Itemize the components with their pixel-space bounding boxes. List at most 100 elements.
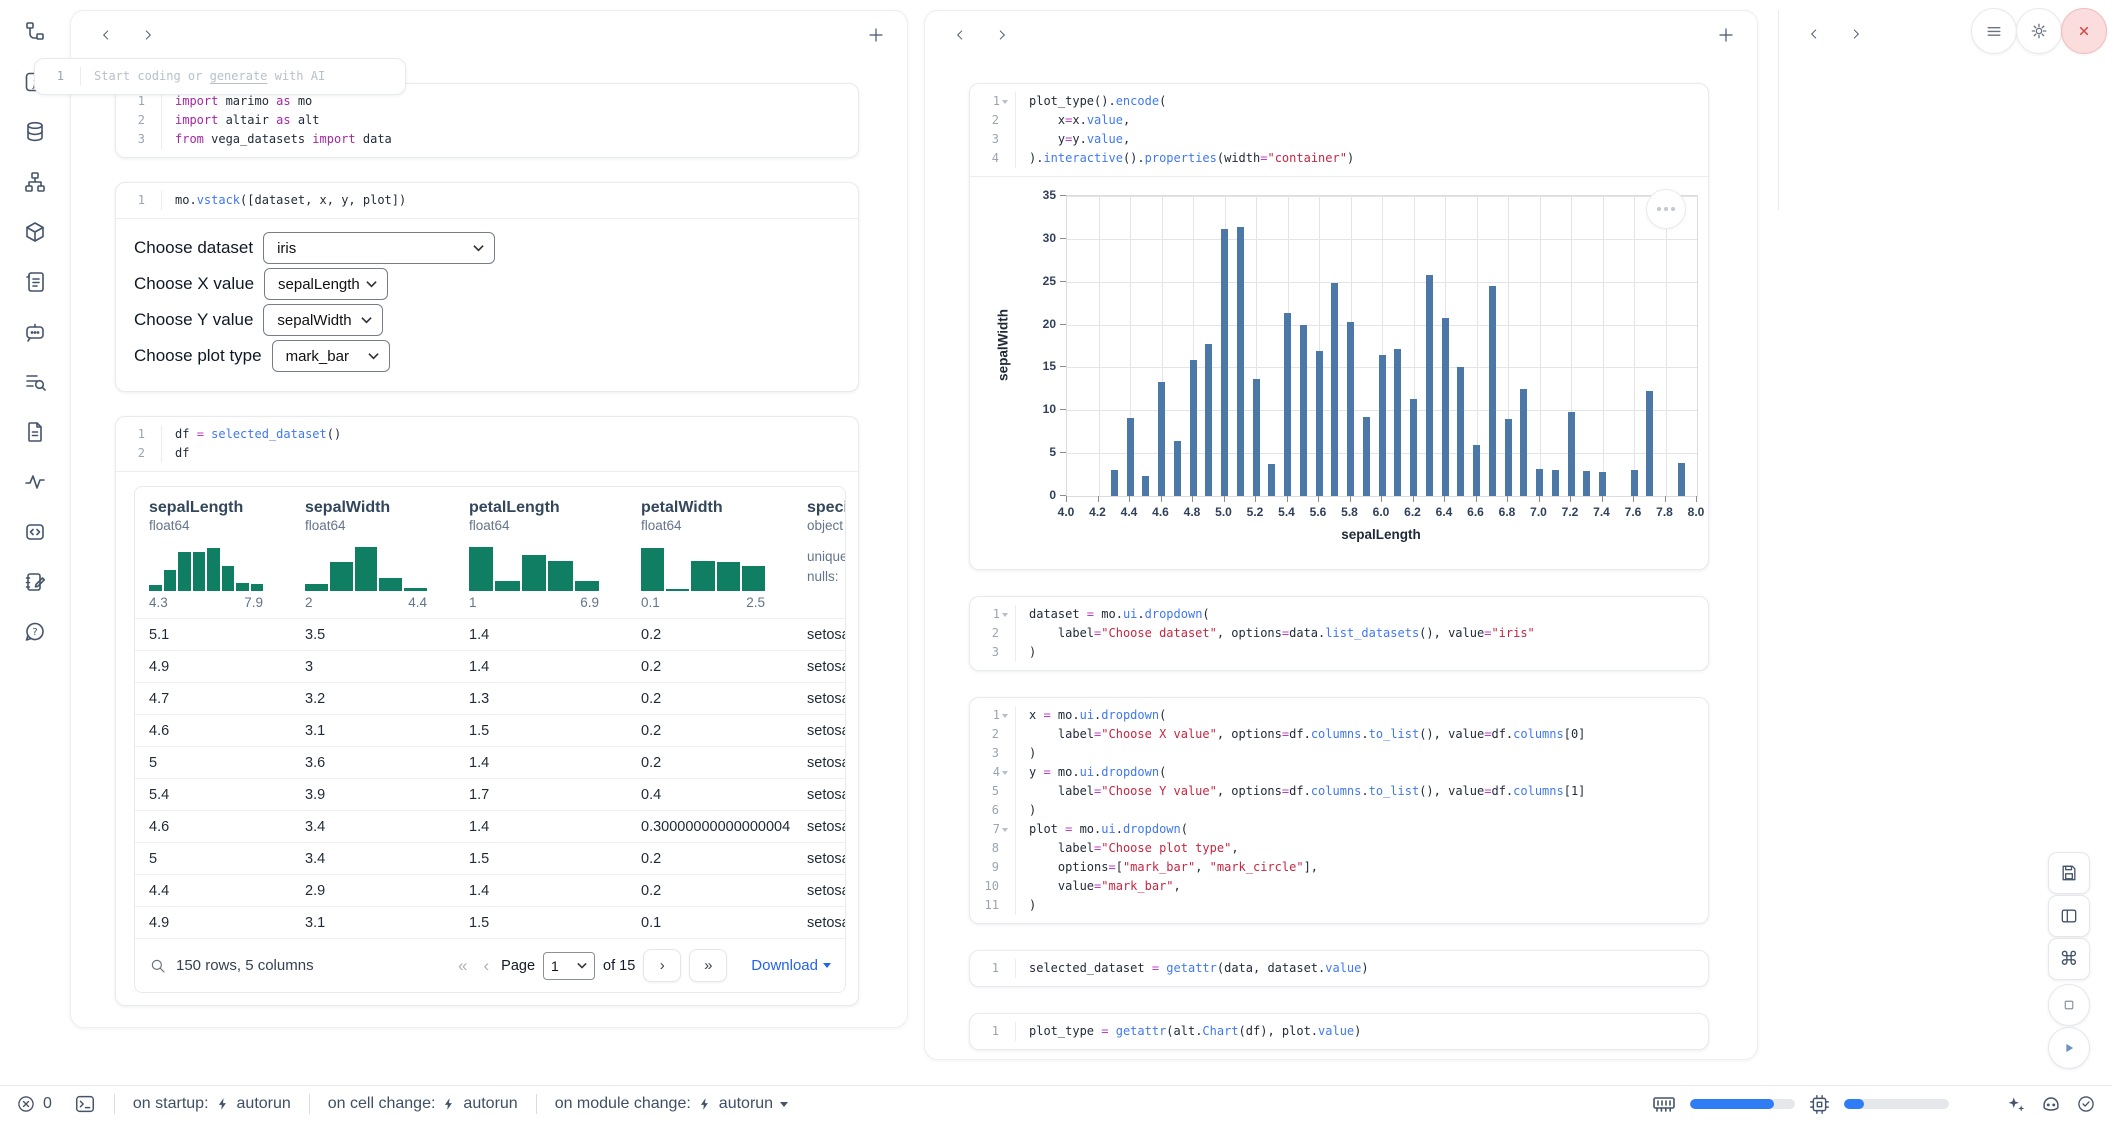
code-line[interactable]: ).interactive().properties(width="contai… (1029, 149, 1354, 168)
table-row[interactable]: 5.13.51.40.2setosa (135, 618, 845, 650)
code-line[interactable]: x = mo.ui.dropdown( (1029, 706, 1585, 725)
file-explorer-icon[interactable] (23, 20, 47, 44)
column-header[interactable]: petalWidth (641, 499, 765, 517)
code-line[interactable]: ) (1029, 896, 1585, 915)
chart-bar[interactable] (1505, 419, 1512, 496)
chevron-left-icon[interactable] (93, 22, 119, 48)
column-header[interactable]: sepalWidth (305, 499, 427, 517)
code-line[interactable]: selected_dataset = getattr(data, dataset… (1029, 959, 1369, 978)
chart-bar[interactable] (1347, 322, 1354, 496)
code-cell[interactable]: 1234plot_type().encode( x=x.value, y=y.v… (969, 83, 1709, 570)
autorun-config-item[interactable]: on module change:autorun (555, 1095, 788, 1113)
snippets-icon[interactable] (23, 520, 47, 544)
table-row[interactable]: 5.43.91.70.4setosa (135, 778, 845, 810)
code-line[interactable]: x=x.value, (1029, 111, 1354, 130)
prev-page-button[interactable]: ‹ (479, 956, 493, 976)
menu-button[interactable] (1971, 8, 2017, 54)
table-row[interactable]: 4.42.91.40.2setosa (135, 874, 845, 906)
code-cell[interactable]: 12df = selected_dataset()df sepalLengthf… (115, 416, 859, 1006)
code-line[interactable]: options=["mark_bar", "mark_circle"], (1029, 858, 1585, 877)
save-button[interactable] (2048, 852, 2090, 894)
chart-bar[interactable] (1489, 286, 1496, 496)
altair-chart[interactable]: 05101520253035 4.04.24.44.64.85.05.25.45… (970, 176, 1708, 569)
code-cell[interactable]: 1234567891011x = mo.ui.dropdown( label="… (969, 697, 1709, 924)
copilot-icon[interactable] (2040, 1093, 2062, 1115)
chat-icon[interactable] (23, 320, 47, 344)
packages-icon[interactable] (23, 220, 47, 244)
chart-bar[interactable] (1631, 470, 1638, 496)
layout-toggle-button[interactable] (2048, 895, 2090, 937)
code-line[interactable]: ) (1029, 643, 1535, 662)
chart-bar[interactable] (1583, 471, 1590, 496)
chart-bar[interactable] (1568, 412, 1575, 496)
chart-bar[interactable] (1363, 417, 1370, 496)
chart-bar[interactable] (1457, 367, 1464, 496)
documentation-icon[interactable] (23, 420, 47, 444)
chart-bar[interactable] (1158, 382, 1165, 496)
code-line[interactable]: y=y.value, (1029, 130, 1354, 149)
chart-bar[interactable] (1174, 441, 1181, 496)
column-header[interactable]: petalLength (469, 499, 599, 517)
code-line[interactable]: df (175, 444, 341, 463)
logs-icon[interactable] (23, 270, 47, 294)
chart-bar[interactable] (1127, 418, 1134, 496)
chart-bar[interactable] (1678, 463, 1685, 496)
chart-bar[interactable] (1536, 469, 1543, 496)
chart-bar[interactable] (1379, 355, 1386, 496)
dropdown-select[interactable]: sepalWidth (263, 304, 383, 336)
code-cell[interactable]: 123dataset = mo.ui.dropdown( label="Choo… (969, 596, 1709, 671)
page-select[interactable]: 1 (543, 952, 595, 980)
settings-gear-button[interactable] (2016, 8, 2062, 54)
add-cell-icon[interactable] (867, 26, 885, 44)
table-row[interactable]: 4.63.41.40.30000000000000004setosa (135, 810, 845, 842)
table-row[interactable]: 4.93.11.50.1setosa (135, 906, 845, 938)
search-icon[interactable] (149, 957, 167, 975)
outline-icon[interactable] (23, 370, 47, 394)
dropdown-select[interactable]: mark_bar (272, 340, 390, 372)
code-line[interactable]: label="Choose X value", options=df.colum… (1029, 725, 1585, 744)
chart-bar[interactable] (1253, 379, 1260, 496)
code-line[interactable]: label="Choose Y value", options=df.colum… (1029, 782, 1585, 801)
chart-bar[interactable] (1142, 476, 1149, 496)
code-placeholder[interactable]: Start coding or generate with AI (94, 67, 325, 86)
tracing-icon[interactable] (23, 470, 47, 494)
chart-bar[interactable] (1111, 470, 1118, 496)
code-line[interactable]: plot = mo.ui.dropdown( (1029, 820, 1585, 839)
chart-bar[interactable] (1520, 389, 1527, 496)
column-header[interactable]: species (807, 499, 845, 517)
chart-bar[interactable] (1646, 391, 1653, 496)
table-row[interactable]: 4.73.21.30.2setosa (135, 682, 845, 714)
interrupt-button[interactable] (2048, 984, 2090, 1026)
chart-plot-area[interactable] (1066, 195, 1698, 497)
code-line[interactable]: label="Choose dataset", options=data.lis… (1029, 624, 1535, 643)
chevron-right-icon[interactable] (989, 22, 1015, 48)
last-page-button[interactable]: » (689, 949, 727, 982)
dropdown-select[interactable]: sepalLength (264, 268, 388, 300)
code-line[interactable]: label="Choose plot type", (1029, 839, 1585, 858)
shutdown-close-button[interactable] (2061, 8, 2107, 54)
table-row[interactable]: 53.61.40.2setosa (135, 746, 845, 778)
chart-bar[interactable] (1300, 325, 1307, 496)
code-line[interactable]: mo.vstack([dataset, x, y, plot]) (175, 191, 406, 210)
chevron-right-icon[interactable] (1843, 21, 1869, 47)
code-line[interactable]: plot_type().encode( (1029, 92, 1354, 111)
chevron-right-icon[interactable] (135, 22, 161, 48)
scratchpad-icon[interactable] (23, 570, 47, 594)
dropdown-select[interactable]: iris (263, 232, 495, 264)
run-all-button[interactable] (2048, 1027, 2090, 1069)
connection-status-icon[interactable] (2076, 1094, 2096, 1114)
code-cell[interactable]: 1plot_type = getattr(alt.Chart(df), plot… (969, 1013, 1709, 1050)
chart-bar[interactable] (1316, 351, 1323, 496)
table-row[interactable]: 4.931.40.2setosa (135, 650, 845, 682)
code-line[interactable]: df = selected_dataset() (175, 425, 341, 444)
chart-bar[interactable] (1284, 313, 1291, 496)
chart-bar[interactable] (1442, 318, 1449, 496)
generate-with-ai-link[interactable]: generate (210, 69, 268, 83)
chart-menu-button[interactable] (1646, 189, 1686, 229)
ai-sparkles-icon[interactable] (2005, 1094, 2026, 1115)
download-button[interactable]: Download (751, 957, 831, 974)
next-page-button[interactable]: › (643, 949, 681, 982)
code-cell[interactable]: 1mo.vstack([dataset, x, y, plot]) Choose… (115, 182, 859, 392)
empty-code-cell[interactable]: 1 Start coding or generate with AI (34, 58, 406, 95)
chart-bar[interactable] (1599, 472, 1606, 496)
